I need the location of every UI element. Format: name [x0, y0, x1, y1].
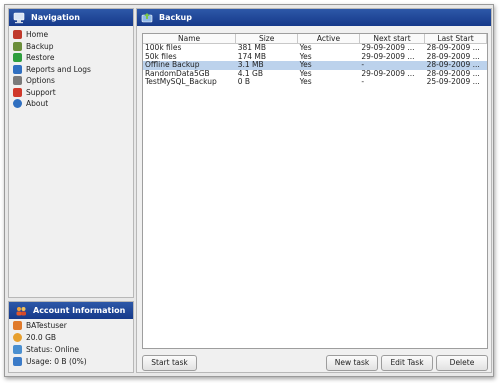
- cell-next: -: [359, 61, 425, 70]
- new-task-button[interactable]: New task: [326, 355, 378, 371]
- cell-name: 50k files: [145, 52, 177, 61]
- cell-size: 4.1 GB: [237, 69, 264, 78]
- cell-size: 3.1 MB: [235, 61, 298, 70]
- nav-item-reports-and-logs[interactable]: Reports and Logs: [9, 64, 133, 76]
- backup-header: Backup: [137, 9, 491, 26]
- account-panel: Account Information BATestuser 20.0 GB S…: [8, 301, 134, 373]
- column-header-last-start[interactable]: Last Start: [424, 34, 487, 44]
- table-row[interactable]: Offline Backup 3.1 MB Yes -28-09-2009 ...: [143, 61, 487, 70]
- column-header-active[interactable]: Active: [297, 34, 360, 44]
- cell-name: RandomData5GB: [145, 69, 210, 78]
- nav-item-options[interactable]: Options: [9, 75, 133, 87]
- account-quota-row: 20.0 GB: [9, 331, 133, 343]
- nav-item-label: Options: [26, 76, 55, 86]
- backup-header-icon: [141, 12, 153, 24]
- column-header-name[interactable]: Name: [143, 34, 237, 44]
- reports-icon: [13, 64, 22, 74]
- cell-next: 29-09-2009 ...: [361, 69, 415, 78]
- cell-active: Yes: [299, 43, 312, 52]
- restore-icon: [13, 53, 22, 63]
- start-task-button[interactable]: Start task: [142, 355, 197, 371]
- account-title: Account Information: [33, 306, 126, 315]
- users-icon: [15, 305, 27, 317]
- cell-name: 100k files: [145, 43, 182, 52]
- nav-item-label: About: [26, 99, 49, 109]
- nav-item-backup[interactable]: Backup: [9, 41, 133, 53]
- cell-active: Yes: [299, 69, 312, 78]
- navigation-header: Navigation: [9, 9, 133, 26]
- column-header-next-start[interactable]: Next start: [359, 34, 426, 44]
- nav-item-about[interactable]: About: [9, 98, 133, 110]
- navigation-icon: [13, 12, 25, 24]
- cell-name: TestMySQL_Backup: [145, 78, 217, 86]
- support-icon: [13, 87, 22, 97]
- cell-last: 28-09-2009 ...: [426, 52, 480, 61]
- cell-next: -: [361, 78, 365, 86]
- account-status: Status: Online: [26, 344, 80, 354]
- cell-size: 174 MB: [237, 52, 267, 61]
- cell-size: 0 B: [237, 78, 251, 86]
- column-header-size[interactable]: Size: [235, 34, 299, 44]
- nav-item-label: Reports and Logs: [26, 64, 91, 74]
- delete-button[interactable]: Delete: [436, 355, 488, 371]
- navigation-title: Navigation: [31, 13, 80, 22]
- navigation-panel: Navigation Home Backup Restore Reports and …: [8, 8, 134, 298]
- cell-active: Yes: [299, 52, 312, 61]
- cell-next: 29-09-2009 ...: [361, 52, 415, 61]
- user-icon: [13, 320, 22, 330]
- cell-next: 29-09-2009 ...: [361, 43, 415, 52]
- account-header: Account Information: [9, 302, 133, 319]
- quota-icon: [13, 332, 22, 342]
- account-user: BATestuser: [26, 320, 67, 330]
- cell-last: 28-09-2009 ...: [426, 69, 480, 78]
- backup-icon: [13, 41, 22, 51]
- table-row[interactable]: RandomData5GB 4.1 GB Yes 29-09-2009 ... 28-0…: [143, 70, 487, 79]
- nav-item-label: Backup: [26, 41, 54, 51]
- navigation-list: Home Backup Restore Reports and Logs Options…: [9, 26, 133, 110]
- backup-panel: Backup Name Size Active Next start Last …: [136, 8, 492, 373]
- home-icon: [13, 30, 22, 40]
- nav-item-support[interactable]: Support: [9, 87, 133, 99]
- account-usage-row: Usage: 0 B (0%): [9, 355, 133, 367]
- cell-last: 25-09-2009 ...: [426, 78, 480, 86]
- cell-size: 381 MB: [237, 43, 267, 52]
- options-icon: [13, 76, 22, 86]
- edit-task-button[interactable]: Edit Task: [381, 355, 433, 371]
- account-user-row: BATestuser: [9, 319, 133, 331]
- about-icon: [13, 99, 22, 109]
- nav-item-label: Home: [26, 30, 49, 40]
- backup-title: Backup: [159, 13, 192, 22]
- table-row[interactable]: TestMySQL_Backup 0 B Yes - 25-09-2009 ...: [143, 78, 487, 87]
- cell-active: Yes: [299, 78, 312, 86]
- nav-item-label: Support: [26, 87, 56, 97]
- app-window: Navigation Home Backup Restore Reports and …: [4, 4, 494, 377]
- usage-icon: [13, 356, 22, 366]
- status-icon: [13, 344, 22, 354]
- backup-table: Name Size Active Next start Last Start 1…: [142, 33, 488, 349]
- cell-last: 28-09-2009 ...: [424, 61, 487, 70]
- cell-last: 28-09-2009 ...: [426, 43, 480, 52]
- account-quota: 20.0 GB: [26, 332, 57, 342]
- account-usage: Usage: 0 B (0%): [26, 356, 87, 366]
- cell-name: Offline Backup: [143, 61, 236, 70]
- table-row[interactable]: 100k files 381 MB Yes 29-09-2009 ... 28-09-2…: [143, 44, 487, 53]
- table-row[interactable]: 50k files 174 MB Yes 29-09-2009 ... 28-09-20…: [143, 53, 487, 62]
- account-status-row: Status: Online: [9, 343, 133, 355]
- table-header-row: Name Size Active Next start Last Start: [143, 34, 487, 44]
- nav-item-restore[interactable]: Restore: [9, 52, 133, 64]
- cell-active: Yes: [297, 61, 360, 70]
- nav-item-label: Restore: [26, 53, 55, 63]
- nav-item-home[interactable]: Home: [9, 29, 133, 41]
